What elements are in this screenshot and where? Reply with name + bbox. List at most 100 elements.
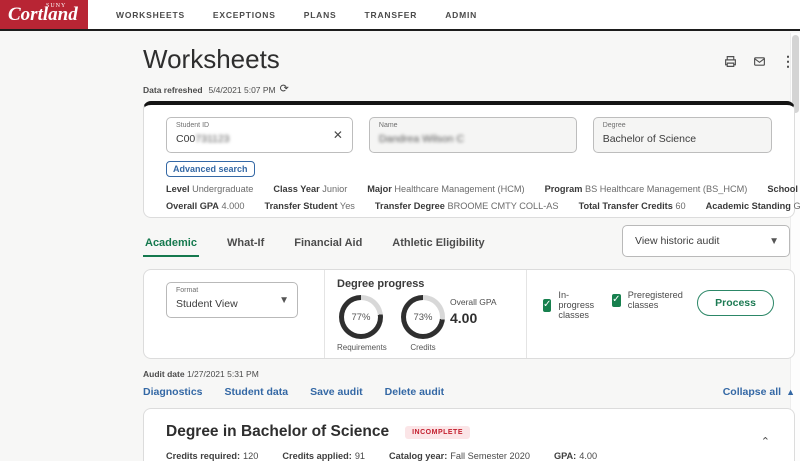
cortland-logo[interactable]: SUNY Cortland — [0, 0, 88, 29]
requirements-label: Requirements — [337, 343, 387, 352]
format-select[interactable]: Format Student View ▼ — [166, 282, 298, 318]
advanced-search-button[interactable]: Advanced search — [166, 161, 255, 177]
student-info-row-2: Overall GPA 4.000 Transfer Student Yes T… — [166, 201, 800, 211]
tabs-row: Academic What-If Financial Aid Athletic … — [143, 225, 795, 261]
worksheets-screen: SUNY Cortland WORKSHEETS EXCEPTIONS PLAN… — [0, 0, 800, 461]
stat-label: Catalog year: — [389, 451, 448, 461]
info-label: Transfer Degree — [374, 201, 445, 211]
historic-audit-label: View historic audit — [635, 235, 720, 247]
stat-value: Fall Semester 2020 — [450, 451, 530, 461]
degree-card-title: Degree in Bachelor of Science — [166, 423, 390, 440]
process-button[interactable]: Process — [697, 290, 774, 316]
student-data-link[interactable]: Student data — [225, 386, 289, 398]
data-refreshed-value: 5/4/2021 5:07 PM — [208, 84, 276, 95]
preregistered-classes-label: Preregistered classes — [627, 290, 683, 310]
main-content: Worksheets ⋮ Data refreshed 5/4/2021 5:0… — [143, 33, 800, 461]
save-audit-link[interactable]: Save audit — [310, 386, 363, 398]
student-id-value-redacted: 731123 — [195, 133, 230, 145]
student-id-label: Student ID — [176, 122, 210, 129]
tab-what-if[interactable]: What-If — [225, 229, 266, 257]
checkbox-checked-icon: ✓ — [611, 293, 621, 307]
page-title: Worksheets — [143, 44, 280, 74]
name-value-redacted: Dandrea Wilson C — [378, 133, 465, 145]
preregistered-classes-checkbox[interactable]: ✓ Preregistered classes — [611, 290, 687, 310]
collapse-all-button[interactable]: Collapse all ▲ — [723, 386, 795, 398]
primary-nav: WORKSHEETS EXCEPTIONS PLANS TRANSFER ADM… — [88, 0, 477, 29]
degree-card: Degree in Bachelor of Science INCOMPLETE… — [143, 408, 795, 461]
collapse-all-label: Collapse all — [722, 386, 782, 398]
nav-item-exceptions[interactable]: EXCEPTIONS — [213, 10, 276, 20]
stat-value: 120 — [243, 451, 259, 461]
info-value: 60 — [675, 201, 686, 211]
top-nav-bar: SUNY Cortland WORKSHEETS EXCEPTIONS PLAN… — [0, 0, 800, 31]
email-icon[interactable] — [752, 54, 766, 68]
tab-financial-aid[interactable]: Financial Aid — [292, 229, 364, 257]
tab-academic[interactable]: Academic — [143, 229, 199, 257]
name-field[interactable]: Name Dandrea Wilson C — [368, 117, 577, 153]
credits-label: Credits — [410, 343, 436, 352]
info-label: School — [767, 184, 798, 194]
credits-ring: 73% Credits — [399, 295, 447, 352]
clear-icon[interactable]: ✕ — [333, 129, 343, 141]
student-id-field[interactable]: Student ID C00731123 ✕ — [166, 117, 353, 153]
degree-collapse-chevron-icon[interactable]: ⌃ — [761, 435, 770, 448]
nav-item-plans[interactable]: PLANS — [304, 10, 337, 20]
stat-value: 4.00 — [579, 451, 598, 461]
audit-date-label: Audit date — [143, 369, 185, 379]
degree-label: Degree — [602, 122, 626, 129]
stat-value: 91 — [354, 451, 366, 461]
student-search-card: Student ID C00731123 ✕ Name Dandrea Wils… — [143, 101, 800, 218]
format-label: Format — [176, 287, 199, 294]
info-label: Level — [166, 184, 190, 194]
overall-gpa-block: Overall GPA 4.00 — [450, 297, 497, 326]
kebab-menu-icon[interactable]: ⋮ — [781, 53, 795, 69]
degree-stats: Credits required: 120 Credits applied: 91 … — [166, 451, 772, 461]
in-progress-classes-label: In-progress classes — [558, 290, 595, 320]
view-historic-audit-select[interactable]: View historic audit ▼ — [622, 225, 790, 257]
audit-meta: Audit date 1/27/2021 5:31 PM Diagnostics… — [143, 369, 795, 398]
nav-item-worksheets[interactable]: WORKSHEETS — [116, 10, 185, 20]
name-label: Name — [378, 122, 398, 129]
requirements-percent: 77% — [351, 311, 371, 323]
info-value: Junior — [322, 184, 348, 194]
audit-date-value: 1/27/2021 5:31 PM — [186, 369, 259, 379]
degree-value: Bachelor of Science — [602, 133, 697, 145]
info-value: Undergraduate — [192, 184, 254, 194]
info-label: Transfer Student — [264, 201, 338, 211]
tab-athletic-eligibility[interactable]: Athletic Eligibility — [390, 229, 486, 257]
info-label: Academic Standing — [705, 201, 791, 211]
student-id-value: C00 — [176, 133, 196, 145]
data-refreshed-label: Data refreshed — [143, 84, 203, 95]
requirements-ring: 77% Requirements — [337, 295, 387, 352]
data-refreshed: Data refreshed 5/4/2021 5:07 PM ⟳ — [143, 84, 795, 95]
info-label: Class Year — [273, 184, 320, 194]
print-icon[interactable] — [723, 54, 737, 68]
checkbox-checked-icon: ✓ — [543, 298, 552, 312]
format-value: Student View — [176, 298, 238, 310]
student-info-row-1: Level Undergraduate Class Year Junior Ma… — [166, 184, 798, 194]
audit-date: Audit date 1/27/2021 5:31 PM — [143, 369, 795, 379]
diagnostics-link[interactable]: Diagnostics — [143, 386, 203, 398]
audit-controls-card: Format Student View ▼ Degree progress 77… — [143, 269, 795, 359]
in-progress-classes-checkbox[interactable]: ✓ In-progress classes — [543, 290, 602, 320]
credits-percent: 73% — [413, 311, 433, 323]
info-label: Program — [544, 184, 583, 194]
info-label: Total Transfer Credits — [578, 201, 673, 211]
info-label: Major — [367, 184, 392, 194]
degree-field[interactable]: Degree Bachelor of Science — [592, 117, 772, 153]
chevron-up-icon: ▲ — [786, 387, 795, 397]
delete-audit-link[interactable]: Delete audit — [385, 386, 445, 398]
info-value: 4.000 — [221, 201, 245, 211]
chevron-down-icon: ▼ — [279, 295, 289, 306]
nav-item-admin[interactable]: ADMIN — [445, 10, 477, 20]
overall-gpa-label: Overall GPA — [450, 297, 497, 307]
info-value: Healthcare Management (HCM) — [394, 184, 525, 194]
stat-label: Credits required: — [166, 451, 241, 461]
logo-name-text: Cortland — [8, 4, 78, 25]
info-label: Overall GPA — [166, 201, 219, 211]
status-badge: INCOMPLETE — [405, 425, 470, 439]
chevron-down-icon: ▼ — [769, 235, 779, 247]
nav-item-transfer[interactable]: TRANSFER — [365, 10, 418, 20]
stat-label: Credits applied: — [282, 451, 352, 461]
refresh-icon[interactable]: ⟳ — [280, 84, 289, 95]
